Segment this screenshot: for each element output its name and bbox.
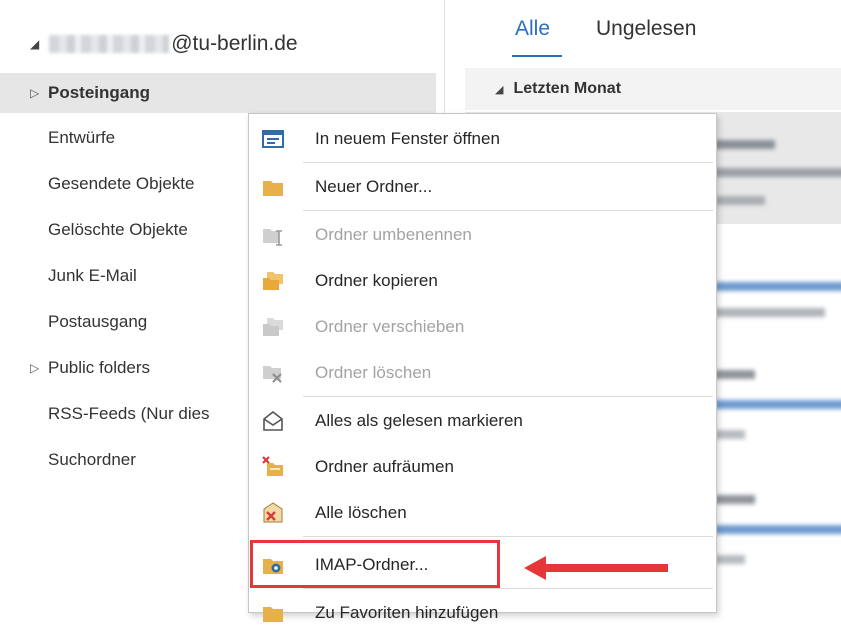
menu-item-new-folder[interactable]: Neuer Ordner... xyxy=(249,164,716,210)
menu-item-rename-folder[interactable]: Ordner umbenennen xyxy=(249,212,716,258)
delete-folder-icon xyxy=(263,366,282,383)
mark-read-icon xyxy=(263,410,283,431)
collapse-triangle-icon[interactable]: ◢ xyxy=(495,83,503,96)
menu-item-delete-all[interactable]: Alle löschen xyxy=(249,490,716,536)
tab-alle[interactable]: Alle xyxy=(515,17,550,41)
folder-label: Junk E-Mail xyxy=(48,266,137,285)
account-node[interactable]: ◢ @tu-berlin.de xyxy=(30,32,298,56)
cleanup-folder-icon xyxy=(262,456,283,476)
folder-label: Gelöschte Objekte xyxy=(48,220,188,239)
account-email: @tu-berlin.de xyxy=(171,32,298,55)
expand-triangle-icon[interactable]: ▷ xyxy=(30,361,39,375)
blurred-username xyxy=(49,35,170,53)
group-header-label: Letzten Monat xyxy=(513,80,622,97)
menu-item-label: Alles als gelesen markieren xyxy=(315,411,523,430)
menu-separator xyxy=(303,536,713,537)
menu-separator xyxy=(303,396,713,397)
menu-item-move-folder[interactable]: Ordner verschieben xyxy=(249,304,716,350)
menu-item-mark-all-read[interactable]: Alles als gelesen markieren xyxy=(249,398,716,444)
menu-separator xyxy=(303,588,713,589)
folder-label: Suchordner xyxy=(48,450,136,469)
active-tab-indicator xyxy=(512,55,562,57)
menu-item-label: Neuer Ordner... xyxy=(315,177,433,196)
group-header[interactable]: ◢ Letzten Monat xyxy=(465,68,841,110)
folder-context-menu: In neuem Fenster öffnen Neuer Ordner... … xyxy=(248,113,717,622)
tab-ungelesen[interactable]: Ungelesen xyxy=(596,17,696,41)
menu-item-open-new-window[interactable]: In neuem Fenster öffnen xyxy=(249,116,716,162)
menu-item-add-favorites[interactable]: Zu Favoriten hinzufügen xyxy=(249,590,716,636)
menu-item-delete-folder[interactable]: Ordner löschen xyxy=(249,350,716,396)
folder-label: Gesendete Objekte xyxy=(48,174,195,193)
folder-label: Entwürfe xyxy=(48,128,116,147)
expand-triangle-icon[interactable]: ▷ xyxy=(30,86,39,100)
rename-folder-icon xyxy=(263,229,282,246)
folder-posteingang[interactable]: ▷ Posteingang xyxy=(0,73,436,113)
menu-item-label: Ordner umbenennen xyxy=(315,225,472,244)
folder-label: Public folders xyxy=(48,358,151,377)
favorites-icon xyxy=(263,607,283,622)
red-arrow-icon xyxy=(524,556,668,580)
menu-item-label: Ordner verschieben xyxy=(315,317,465,336)
delete-all-icon xyxy=(263,502,283,523)
menu-item-label: Ordner kopieren xyxy=(315,271,438,290)
menu-item-copy-folder[interactable]: Ordner kopieren xyxy=(249,258,716,304)
move-folder-icon xyxy=(263,318,283,336)
new-folder-icon xyxy=(263,181,283,196)
folder-label: Posteingang xyxy=(48,83,151,102)
menu-separator xyxy=(303,162,713,163)
menu-item-label: Alle löschen xyxy=(315,503,407,522)
menu-item-label: Ordner aufräumen xyxy=(315,457,454,476)
collapse-triangle-icon[interactable]: ◢ xyxy=(30,37,39,51)
menu-item-cleanup-folder[interactable]: Ordner aufräumen xyxy=(249,444,716,490)
menu-item-label: Ordner löschen xyxy=(315,363,432,382)
menu-separator xyxy=(303,210,713,211)
menu-item-label: In neuem Fenster öffnen xyxy=(315,129,500,148)
folder-label: RSS-Feeds (Nur dies xyxy=(48,404,210,423)
copy-folder-icon xyxy=(263,272,283,290)
menu-item-label: Zu Favoriten hinzufügen xyxy=(315,603,499,622)
folder-label: Postausgang xyxy=(48,312,148,331)
new-window-icon xyxy=(262,130,284,148)
imap-highlight-box xyxy=(250,540,500,588)
